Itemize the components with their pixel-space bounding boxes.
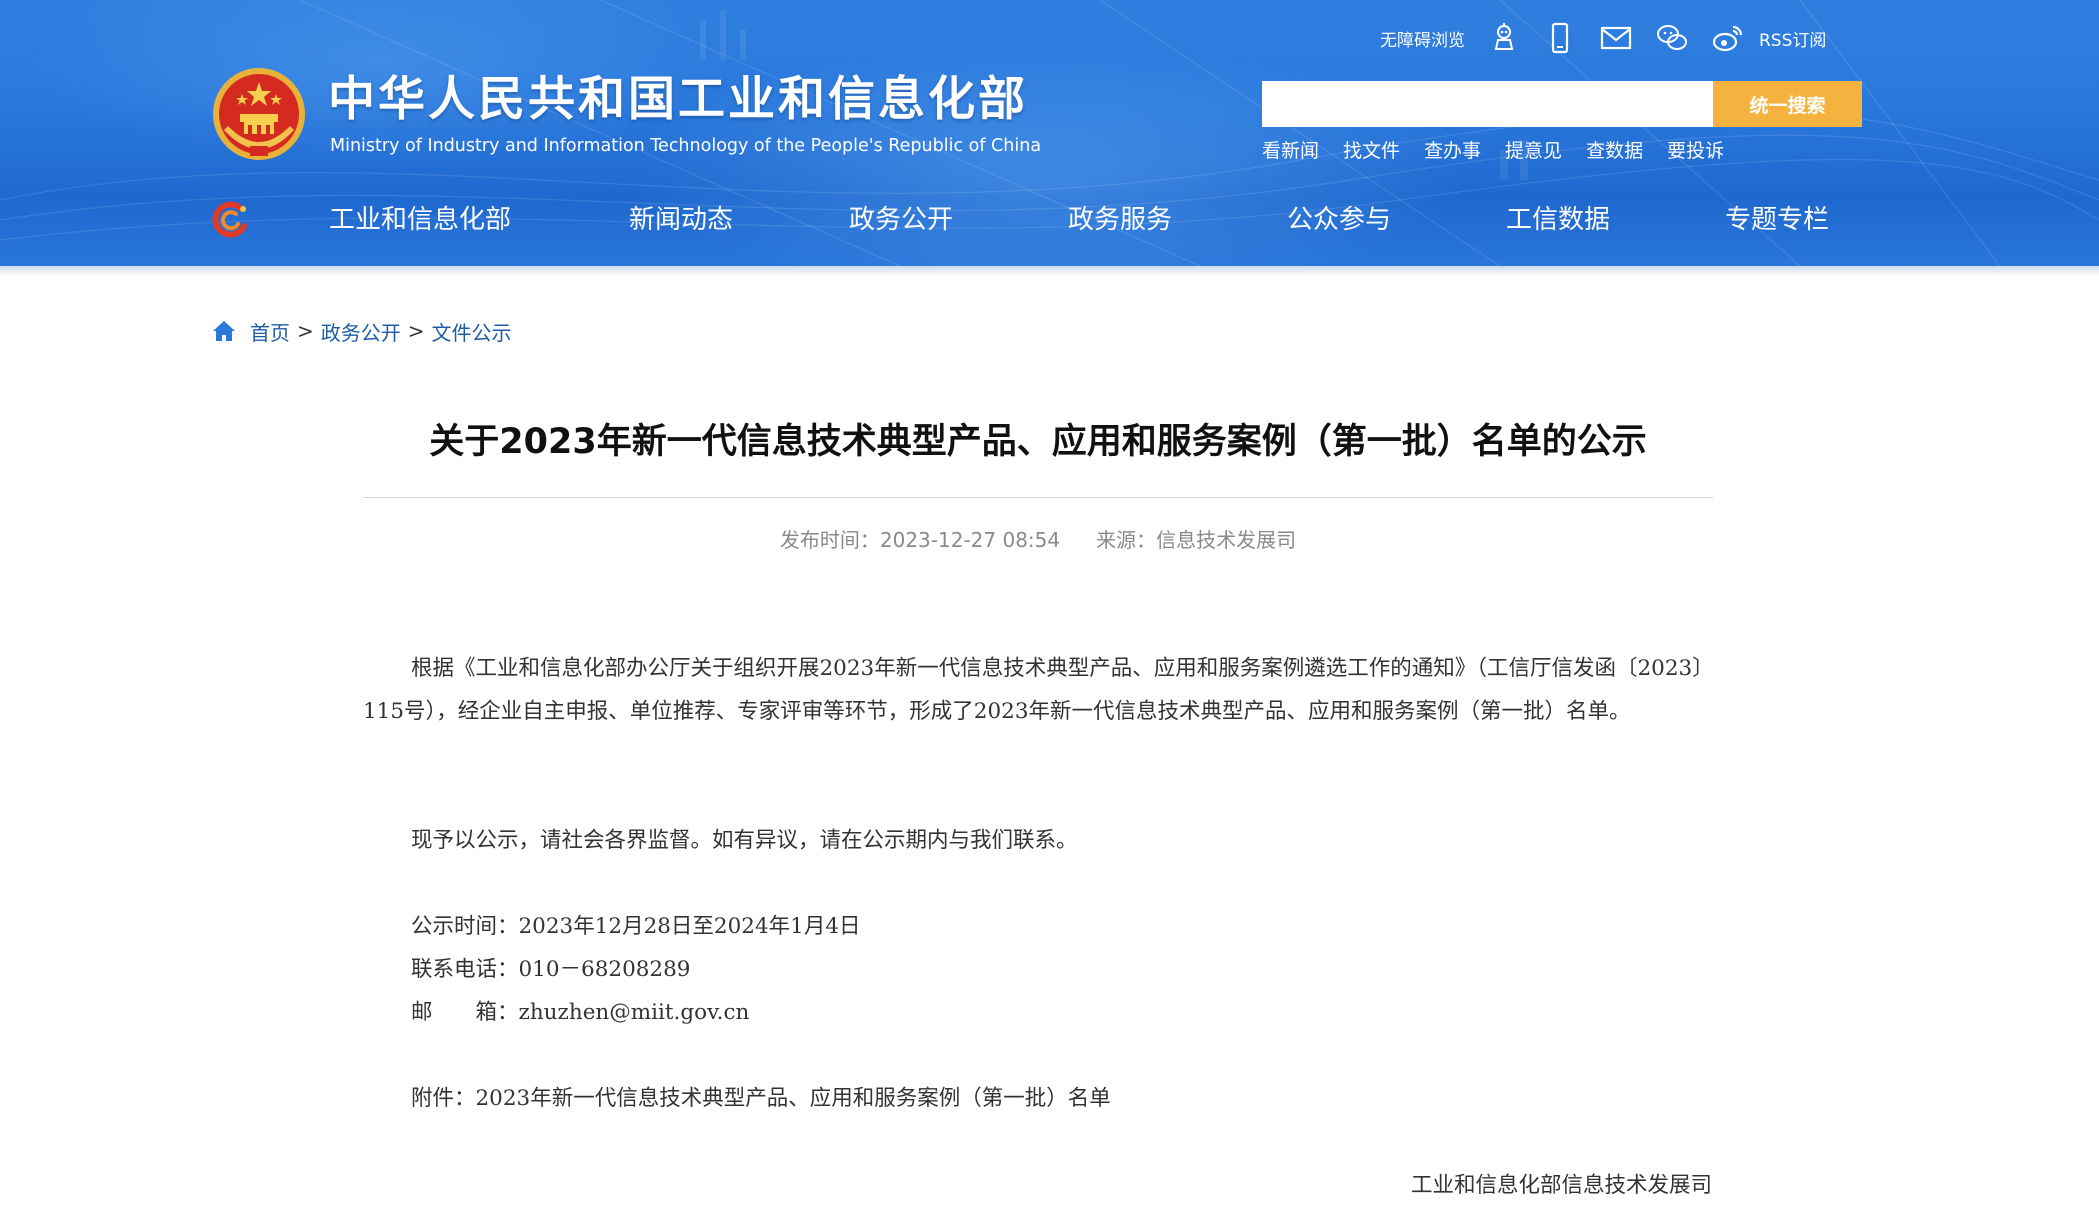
- mail-icon[interactable]: [1599, 21, 1633, 55]
- accessibility-link[interactable]: 无障碍浏览: [1380, 26, 1465, 51]
- contact-email: 邮 箱：zhuzhen@miit.gov.cn: [411, 1000, 750, 1025]
- attachment-link[interactable]: 附件：2023年新一代信息技术典型产品、应用和服务案例（第一批）名单: [411, 1077, 1111, 1120]
- nav-item-data[interactable]: 工信数据: [1506, 196, 1610, 244]
- search-button[interactable]: 统一搜索: [1713, 81, 1862, 127]
- national-emblem-icon: [213, 68, 305, 160]
- breadcrumb-file-notices[interactable]: 文件公示: [432, 317, 512, 346]
- article-paragraph-2: 现予以公示，请社会各界监督。如有异议，请在公示期内与我们联系。: [411, 828, 1078, 853]
- quick-link-files[interactable]: 找文件: [1343, 137, 1400, 165]
- contact-phone: 联系电话：010－68208289: [411, 957, 691, 982]
- quick-link-complaints[interactable]: 要投诉: [1667, 137, 1724, 165]
- quick-link-data[interactable]: 查数据: [1586, 137, 1643, 165]
- breadcrumb-government-affairs[interactable]: 政务公开: [321, 317, 401, 346]
- mobile-icon[interactable]: [1543, 21, 1577, 55]
- breadcrumb-separator: >: [407, 319, 425, 343]
- top-utility-links: 无障碍浏览 RSS订阅: [1380, 18, 1826, 58]
- breadcrumb: 首页 > 政务公开 > 文件公示: [212, 316, 512, 346]
- header-shadow: [0, 266, 2099, 276]
- miit-logo-icon[interactable]: [210, 200, 250, 240]
- source: 信息技术发展司: [1156, 528, 1297, 552]
- article-signature: 工业和信息化部信息技术发展司: [1410, 1173, 1712, 1198]
- title-divider: [363, 497, 1713, 498]
- article-meta: 发布时间： 2023-12-27 08:54 来源： 信息技术发展司: [363, 525, 1713, 555]
- weibo-icon[interactable]: [1711, 21, 1745, 55]
- nav-item-ministry[interactable]: 工业和信息化部: [329, 196, 511, 244]
- rss-link[interactable]: RSS订阅: [1759, 26, 1826, 51]
- site-title-en[interactable]: Ministry of Industry and Information Tec…: [330, 134, 1041, 158]
- site-header: 中华人民共和国工业和信息化部 Ministry of Industry and …: [0, 0, 2099, 266]
- search-input[interactable]: [1262, 81, 1713, 127]
- robot-icon[interactable]: [1487, 21, 1521, 55]
- notice-period: 公示时间：2023年12月28日至2024年1月4日: [411, 914, 861, 939]
- publish-time-label: 发布时间：: [779, 528, 880, 552]
- home-icon[interactable]: [212, 319, 236, 343]
- nav-item-public-participation[interactable]: 公众参与: [1287, 196, 1391, 244]
- breadcrumb-separator: >: [297, 319, 314, 343]
- nav-item-services[interactable]: 政务服务: [1068, 196, 1172, 244]
- nav-item-government-affairs[interactable]: 政务公开: [849, 196, 953, 244]
- wechat-icon[interactable]: [1655, 21, 1689, 55]
- quick-link-services[interactable]: 查办事: [1424, 137, 1481, 165]
- quick-link-feedback[interactable]: 提意见: [1505, 137, 1562, 165]
- nav-item-topics[interactable]: 专题专栏: [1725, 196, 1829, 244]
- article-paragraph-1: 根据《工业和信息化部办公厅关于组织开展2023年新一代信息技术典型产品、应用和服…: [363, 656, 1703, 724]
- meta-spacer: [1060, 525, 1096, 555]
- quick-link-news[interactable]: 看新闻: [1262, 137, 1319, 165]
- article-title: 关于2023年新一代信息技术典型产品、应用和服务案例（第一批）名单的公示: [429, 422, 1647, 462]
- source-label: 来源：: [1096, 528, 1157, 552]
- publish-time: 2023-12-27 08:54: [879, 528, 1061, 552]
- nav-item-news[interactable]: 新闻动态: [629, 196, 733, 244]
- breadcrumb-home[interactable]: 首页: [250, 317, 290, 346]
- site-title-cn[interactable]: 中华人民共和国工业和信息化部: [328, 70, 1028, 130]
- quick-links: 看新闻 找文件 查办事 提意见 查数据 要投诉: [1262, 137, 1748, 165]
